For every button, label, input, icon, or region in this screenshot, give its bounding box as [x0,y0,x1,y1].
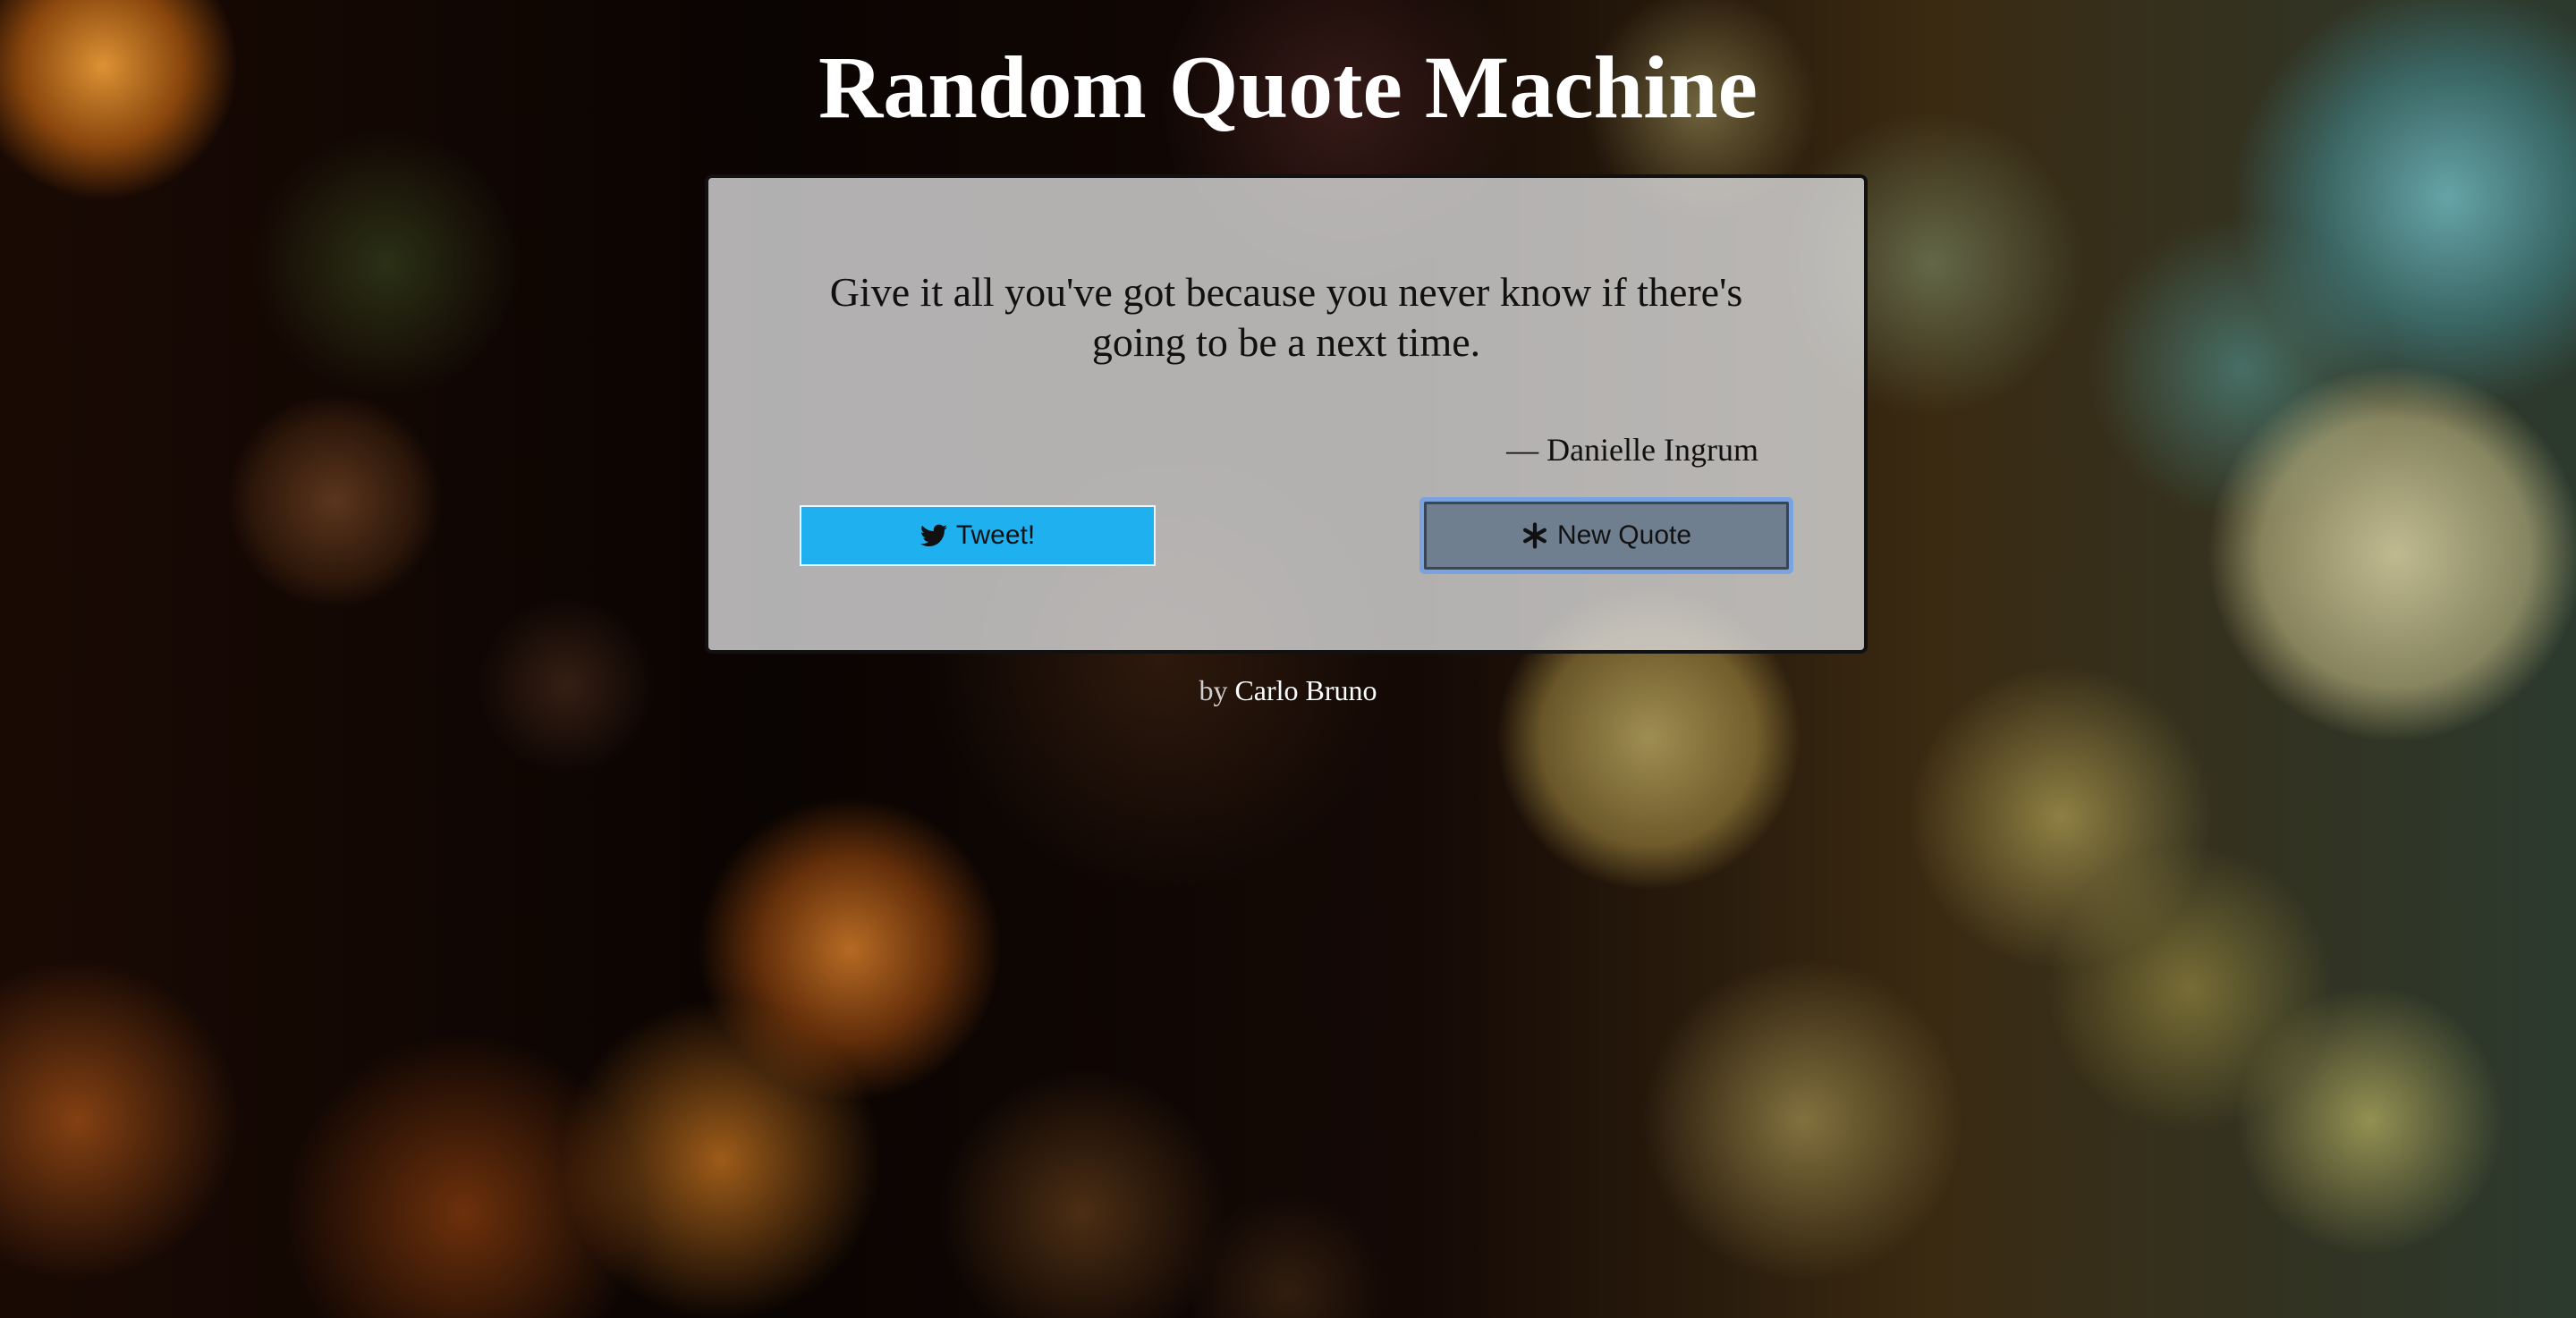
author-credit: by Carlo Bruno [0,672,2576,708]
asterisk-icon [1521,522,1548,549]
quote-box: Give it all you've got because you never… [705,174,1868,654]
credit-author-link[interactable]: Carlo Bruno [1234,674,1377,706]
credit-by-label: by [1199,674,1228,706]
quote-author: — Danielle Ingrum [1506,432,1758,468]
page-title: Random Quote Machine [818,38,1758,137]
new-quote-button[interactable]: New Quote [1424,502,1789,570]
twitter-bird-icon [919,524,947,547]
tweet-label: Tweet! [955,520,1036,550]
quote-text: Give it all you've got because you never… [829,269,1743,365]
tweet-button[interactable]: Tweet! [800,505,1156,566]
new-quote-label: New Quote [1556,520,1692,550]
